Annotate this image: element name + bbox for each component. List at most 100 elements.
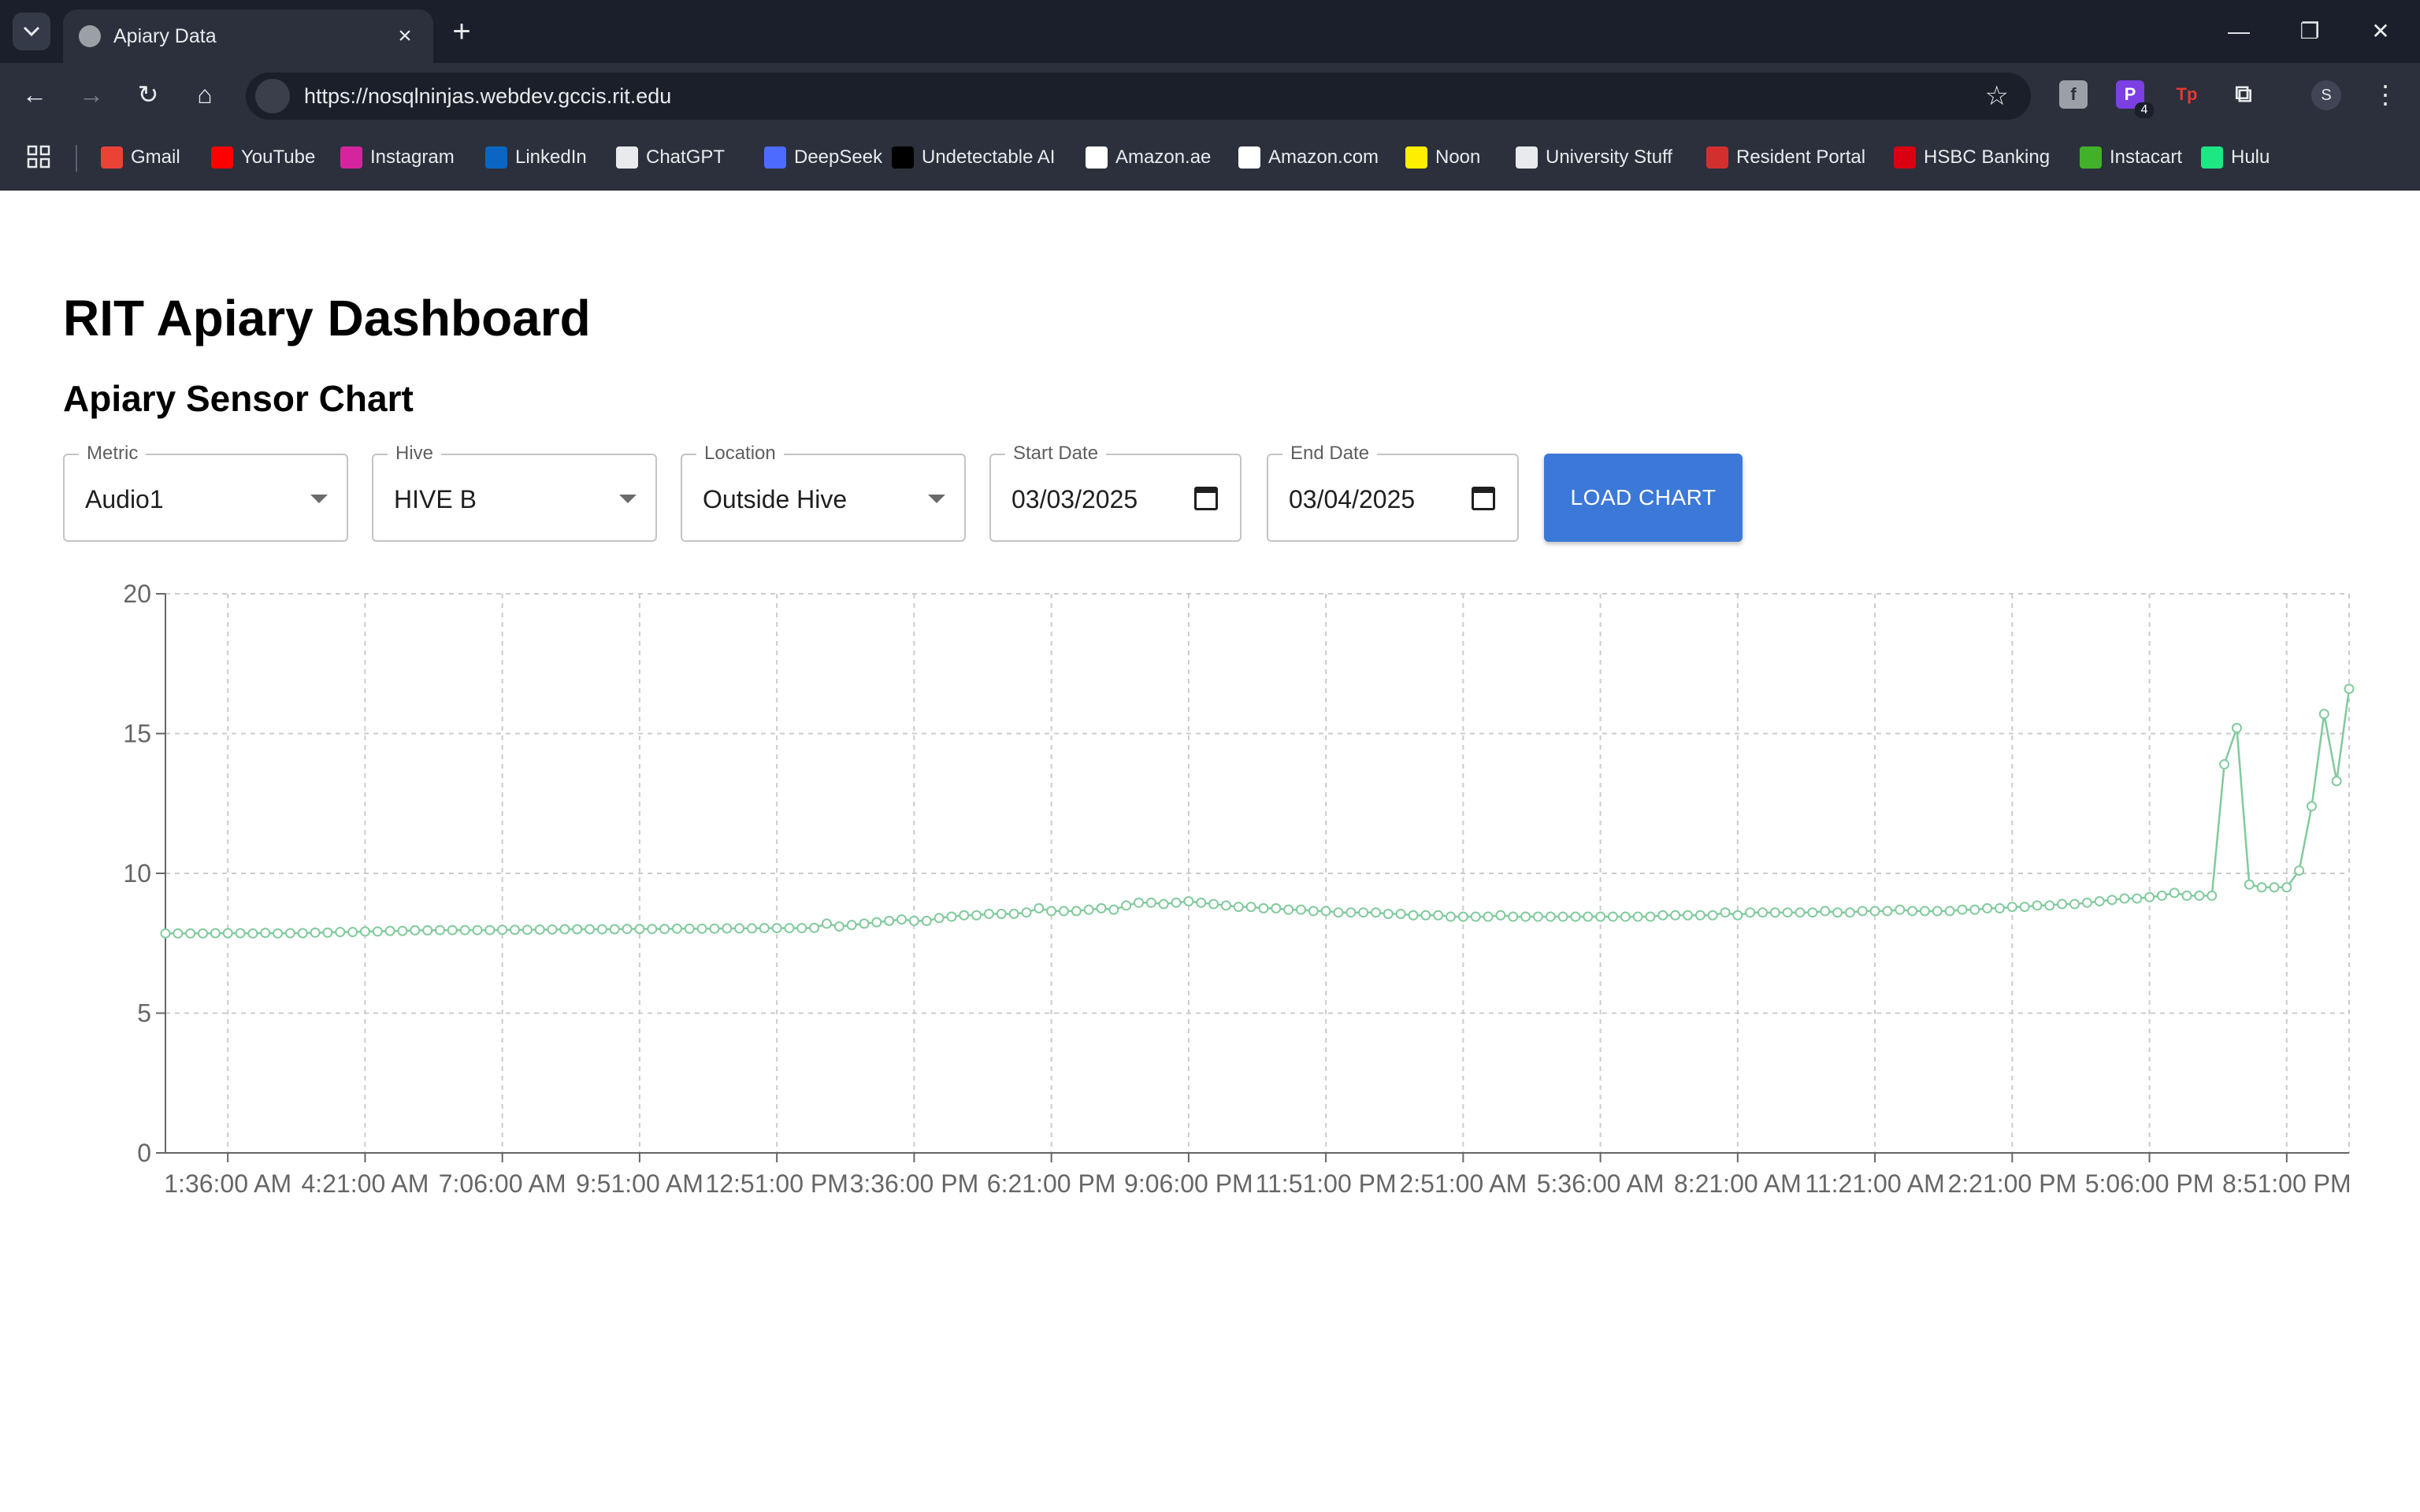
site-info-icon[interactable] (255, 79, 290, 113)
data-point (384, 925, 395, 936)
data-point (1083, 904, 1094, 915)
bookmark-instagram[interactable]: Instagram (340, 143, 455, 172)
data-point (1271, 902, 1282, 914)
data-point (659, 924, 670, 935)
address-bar[interactable]: https://nosqlninjas.webdev.gccis.rit.edu… (246, 72, 2031, 120)
y-tick-label: 0 (137, 1139, 151, 1167)
url-text[interactable]: https://nosqlninjas.webdev.gccis.rit.edu (304, 82, 671, 110)
bookmark-instacart[interactable]: Instacart (2080, 143, 2182, 172)
data-point (1982, 902, 1993, 914)
instagram-icon (340, 146, 362, 169)
data-point (622, 924, 633, 935)
data-point (2069, 899, 2080, 910)
data-point (260, 928, 271, 939)
extension-icon-3[interactable]: Tp (2173, 80, 2201, 109)
data-point (1096, 902, 1107, 914)
x-tick-label: 9:51:00 AM (576, 1169, 703, 1198)
data-point (2281, 882, 2292, 893)
bookmark-label: University Stuff (1546, 146, 1672, 168)
bookmark-undetectable-ai[interactable]: Undetectable AI (892, 143, 1055, 172)
bookmark-amazon-com[interactable]: Amazon.com (1238, 143, 1379, 172)
forward-button[interactable]: → (72, 76, 110, 113)
y-tick-label: 10 (123, 859, 151, 888)
data-point (1446, 911, 1457, 922)
data-point (2318, 709, 2329, 720)
extensions-puzzle-icon[interactable]: ⧉ (2229, 80, 2258, 109)
data-point (1820, 906, 1831, 917)
home-button[interactable]: ⌂ (186, 76, 224, 113)
data-point (696, 923, 707, 934)
data-point (397, 925, 408, 936)
bookmark-star-icon[interactable]: ☆ (1985, 79, 2009, 113)
new-tab-button[interactable]: + (446, 16, 477, 47)
data-point (1532, 911, 1543, 922)
data-point (846, 920, 857, 931)
data-point (1021, 907, 1032, 918)
data-point (1670, 910, 1681, 921)
reload-button[interactable]: ↻ (129, 76, 167, 113)
data-point (459, 925, 470, 936)
close-window-button[interactable]: ✕ (2362, 14, 2400, 49)
y-tick-label: 15 (123, 720, 151, 748)
data-point (2081, 897, 2092, 908)
bookmark-label: LinkedIn (515, 146, 587, 168)
sensor-line-chart: 0 5 10 15 20 1:36:00 AM 4:21:00 AM 7:06:00 AM 9:… (123, 580, 2355, 1198)
data-point (1420, 910, 1431, 921)
data-point (2269, 882, 2280, 893)
bookmark-hulu[interactable]: Hulu (2201, 143, 2270, 172)
series-line (165, 688, 2351, 935)
close-tab-icon[interactable]: × (391, 22, 419, 50)
gmail-icon (101, 146, 123, 169)
bookmark-resident-portal[interactable]: Resident Portal (1706, 143, 1865, 172)
data-point (1457, 911, 1468, 922)
data-point (2156, 890, 2167, 901)
data-point (310, 927, 321, 938)
data-point (222, 928, 233, 939)
tab-search-button[interactable] (13, 13, 50, 50)
bookmark-amazon-ae[interactable]: Amazon.ae (1086, 143, 1211, 172)
y-tick-label: 20 (123, 580, 151, 608)
apps-grid-icon[interactable] (27, 145, 50, 169)
bookmark-label: HSBC Banking (1924, 146, 2051, 168)
data-point (1832, 907, 1843, 918)
restore-button[interactable]: ❐ (2291, 14, 2329, 49)
x-tick-label: 5:36:00 AM (1537, 1169, 1665, 1198)
data-point (2019, 902, 2030, 913)
x-tick-label: 8:51:00 PM (2222, 1169, 2351, 1198)
x-tick-label: 4:21:00 AM (301, 1169, 429, 1198)
data-point (2194, 890, 2205, 901)
x-tick-label: 7:06:00 AM (439, 1169, 566, 1198)
profile-avatar[interactable]: S (2311, 80, 2341, 110)
data-point (2006, 902, 2017, 913)
data-point (1145, 897, 1156, 908)
bookmark-deepseek[interactable]: DeepSeek (764, 143, 882, 172)
menu-kebab-icon[interactable]: ⋮ (2366, 76, 2404, 113)
bookmark-linkedin[interactable]: LinkedIn (485, 143, 587, 172)
data-point (572, 924, 583, 935)
x-tick-label: 9:06:00 PM (1124, 1169, 1253, 1198)
data-point (2344, 684, 2355, 695)
data-point (684, 923, 695, 934)
bookmark-youtube[interactable]: YouTube (211, 143, 315, 172)
noon-icon (1405, 146, 1427, 169)
back-button[interactable]: ← (16, 76, 54, 113)
data-point (247, 928, 258, 939)
data-point (273, 928, 284, 939)
minimize-button[interactable]: — (2220, 14, 2258, 49)
bookmark-hsbc-banking[interactable]: HSBC Banking (1894, 143, 2050, 172)
data-point (210, 928, 221, 939)
extension-icon-1[interactable]: f (2059, 80, 2088, 109)
bookmark-university-stuff[interactable]: University Stuff (1516, 143, 1672, 172)
extension-badge: 4 (2135, 102, 2154, 118)
data-point (2181, 890, 2192, 901)
bookmark-noon[interactable]: Noon (1405, 143, 1480, 172)
bookmark-gmail[interactable]: Gmail (101, 143, 180, 172)
data-point (472, 925, 483, 936)
active-tab[interactable]: Apiary Data × (63, 9, 433, 63)
data-point (1158, 899, 1169, 910)
data-point (884, 915, 895, 926)
bookmark-chatgpt[interactable]: ChatGPT (616, 143, 725, 172)
data-point (1196, 897, 1207, 908)
youtube-icon (211, 146, 233, 169)
x-tick-label: 2:21:00 PM (1947, 1169, 2077, 1198)
